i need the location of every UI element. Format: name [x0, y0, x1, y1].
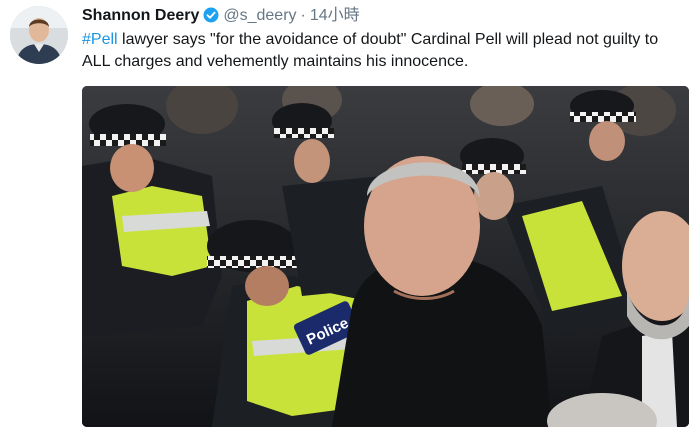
avatar-image	[10, 6, 68, 64]
hashtag-link[interactable]: #Pell	[82, 31, 118, 48]
separator-dot: ·	[300, 7, 306, 24]
tweet[interactable]: Shannon Deery @s_deery · 14小時 #Pell lawyer …	[0, 0, 700, 431]
author-handle[interactable]: @s_deery	[223, 7, 296, 24]
photo-scene: Police	[82, 86, 689, 427]
avatar[interactable]	[10, 6, 68, 64]
author-name[interactable]: Shannon Deery	[82, 7, 199, 24]
tweet-timestamp[interactable]: 14小時	[310, 7, 360, 24]
tweet-text-line-2: ALL charges and vehemently maintains his…	[82, 53, 469, 70]
tweet-text-line-1: lawyer says "for the avoidance of doubt"…	[117, 31, 659, 48]
verified-badge-icon	[203, 7, 219, 23]
tweet-header: Shannon Deery @s_deery · 14小時	[82, 5, 360, 27]
tweet-text: #Pell lawyer says "for the avoidance of …	[82, 29, 694, 73]
tweet-photo[interactable]: Police	[82, 86, 689, 427]
